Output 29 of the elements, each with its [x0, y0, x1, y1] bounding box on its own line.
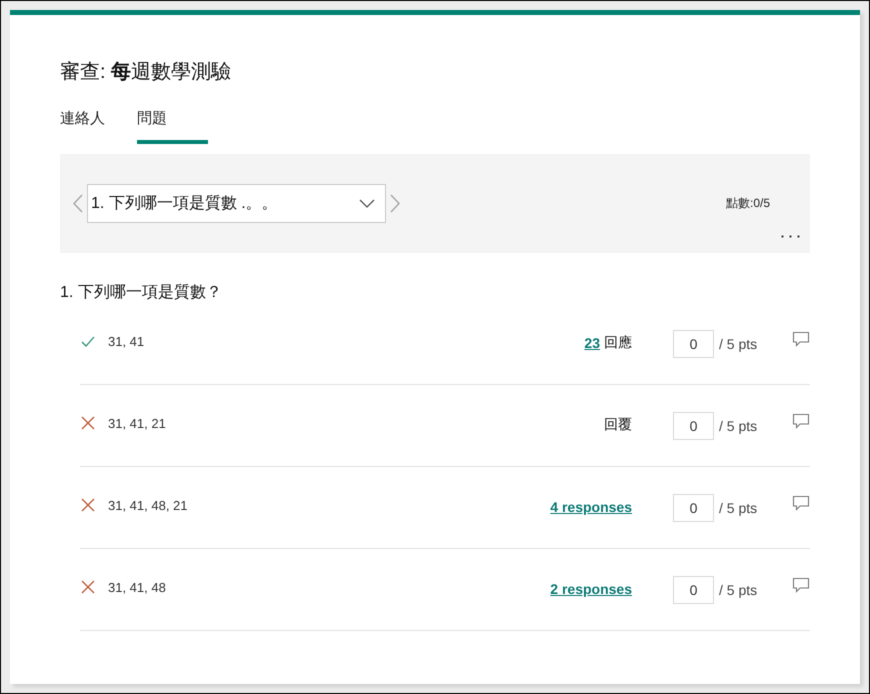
question-title: 1. 下列哪一項是質數？ — [60, 283, 223, 303]
more-icon[interactable] — [781, 235, 800, 238]
responses-link[interactable]: 4 responses — [550, 499, 632, 515]
max-points-text: / 5 pts — [719, 336, 758, 352]
chevron-down-icon — [359, 199, 375, 208]
comment-icon[interactable] — [792, 413, 810, 429]
score-input[interactable]: 0 — [673, 576, 714, 604]
tab[interactable]: 連絡人 — [60, 110, 131, 144]
answer-text: 31, 41, 48 — [108, 580, 167, 594]
score-input[interactable]: 0 — [673, 330, 714, 358]
page-title: 審查: 每週數學測驗 — [60, 60, 232, 84]
answer-text: 31, 41 — [108, 334, 146, 348]
comment-icon[interactable] — [792, 331, 810, 347]
responses-label: 回覆 — [604, 416, 632, 434]
answer-text: 31, 41, 21 — [108, 416, 167, 430]
responses-link[interactable]: 2 responses — [550, 581, 632, 597]
max-points-text: / 5 pts — [719, 582, 758, 598]
comment-icon[interactable] — [792, 577, 810, 593]
answer-text: 31, 41, 48, 21 — [108, 498, 189, 512]
tab[interactable]: 問題 — [137, 110, 208, 144]
points-text: 點數:0/5 — [726, 195, 770, 212]
responses-link[interactable]: 23 — [584, 335, 600, 351]
question-dropdown[interactable]: 1. 下列哪一項是質數 .。。 — [87, 184, 386, 223]
score-input[interactable]: 0 — [673, 494, 714, 522]
comment-icon[interactable] — [792, 495, 810, 511]
responses-label: 回應 — [604, 334, 632, 352]
score-input[interactable]: 0 — [673, 412, 714, 440]
max-points-text: / 5 pts — [719, 418, 758, 434]
max-points-text: / 5 pts — [719, 500, 758, 516]
